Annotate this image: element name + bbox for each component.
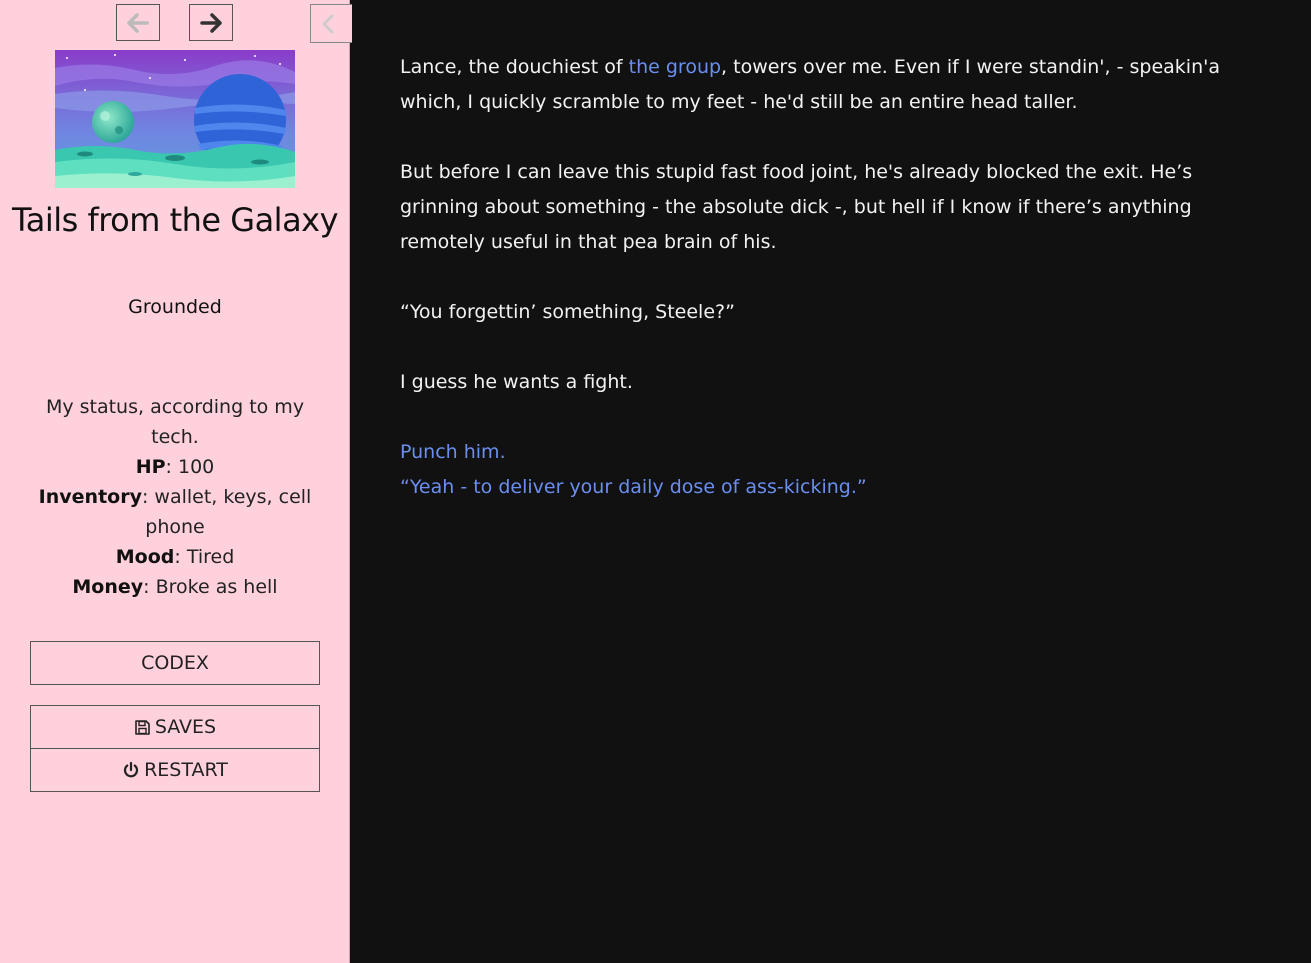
power-icon xyxy=(124,761,139,778)
status-mood: Mood: Tired xyxy=(115,546,235,568)
status-inventory-value: wallet, keys, cell phone xyxy=(145,486,312,538)
story-title: Tails from the Galaxy xyxy=(11,201,339,239)
passage-paragraph-1: Lance, the douchiest of the group, tower… xyxy=(400,50,1260,120)
status-panel: My status, according to my tech. HP: 100… xyxy=(20,392,330,602)
arrow-right-icon xyxy=(200,12,222,33)
history-forward-button[interactable] xyxy=(189,4,233,41)
status-money: Money: Broke as hell xyxy=(72,576,278,598)
status-hp: HP: 100 xyxy=(135,456,215,478)
status-inventory-label: Inventory xyxy=(38,486,142,508)
story-banner-image xyxy=(55,50,295,188)
choice-punch-link[interactable]: Punch him. xyxy=(400,435,1260,470)
status-mood-value: Tired xyxy=(186,546,235,568)
status-inventory: Inventory: wallet, keys, cell phone xyxy=(38,486,312,538)
story-passage: Lance, the douchiest of the group, tower… xyxy=(400,50,1260,505)
status-mood-label: Mood xyxy=(115,546,175,568)
sidebar: Tails from the Galaxy Grounded My status… xyxy=(0,0,352,963)
status-money-label: Money xyxy=(72,576,144,598)
saves-button-label: SAVES xyxy=(154,716,217,738)
history-back-button[interactable] xyxy=(116,4,160,41)
passage-text: Lance, the douchiest of xyxy=(400,56,629,78)
story-subtitle: Grounded xyxy=(128,296,222,318)
status-hp-value: 100 xyxy=(178,456,215,478)
passage-paragraph-2: But before I can leave this stupid fast … xyxy=(400,161,1193,253)
saves-button[interactable]: SAVES xyxy=(30,705,320,749)
codex-button[interactable]: CODEX xyxy=(30,641,320,685)
status-intro: My status, according to my tech. xyxy=(45,396,305,448)
sidebar-toggle-button[interactable] xyxy=(310,4,352,43)
passage-paragraph-4: I guess he wants a fight. xyxy=(400,371,633,393)
floppy-disk-icon xyxy=(135,719,150,735)
codex-button-label: CODEX xyxy=(141,652,209,674)
choice-list: Punch him. “Yeah - to deliver your daily… xyxy=(400,435,1260,505)
arrow-left-icon xyxy=(127,12,149,33)
status-hp-label: HP xyxy=(135,456,166,478)
the-group-link[interactable]: the group xyxy=(629,56,721,78)
chevron-left-icon xyxy=(322,14,334,33)
restart-button-label: RESTART xyxy=(144,759,228,781)
status-money-value: Broke as hell xyxy=(155,576,278,598)
app-root: Tails from the Galaxy Grounded My status… xyxy=(0,0,1311,963)
restart-button[interactable]: RESTART xyxy=(30,748,320,792)
passage-paragraph-3: “You forgettin’ something, Steele?” xyxy=(400,301,735,323)
choice-retort-link[interactable]: “Yeah - to deliver your daily dose of as… xyxy=(400,470,1260,505)
